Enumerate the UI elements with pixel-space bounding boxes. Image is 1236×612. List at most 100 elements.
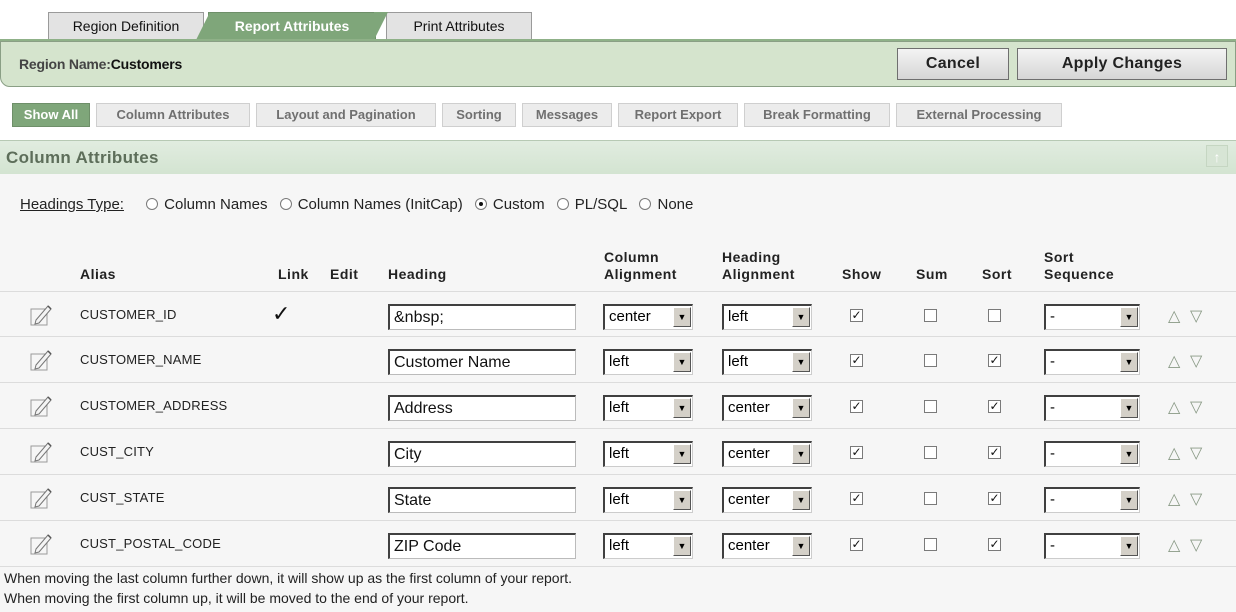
sort-sequence-select[interactable]: - ▼ <box>1044 487 1140 513</box>
show-checkbox[interactable]: ✓ <box>850 309 863 322</box>
sort-checkbox[interactable]: ✓ <box>988 446 1001 459</box>
move-down-icon[interactable]: ▽ <box>1190 351 1203 371</box>
column-alignment-select[interactable]: left ▼ <box>603 349 693 375</box>
heading-alignment-select[interactable]: left ▼ <box>722 349 812 375</box>
heading-input[interactable]: &nbsp; <box>388 304 576 330</box>
sum-checkbox[interactable] <box>924 309 937 322</box>
top-tabs: Region Definition Report Attributes Prin… <box>0 0 1236 40</box>
move-up-icon[interactable]: △ <box>1168 397 1181 417</box>
nav-messages[interactable]: Messages <box>522 103 612 127</box>
sum-checkbox[interactable] <box>924 446 937 459</box>
move-up-icon[interactable]: △ <box>1168 489 1181 509</box>
sort-sequence-select[interactable]: - ▼ <box>1044 349 1140 375</box>
move-down-icon[interactable]: ▽ <box>1190 397 1203 417</box>
sort-checkbox[interactable]: ✓ <box>988 354 1001 367</box>
column-alignment-select[interactable]: left ▼ <box>603 533 693 559</box>
heading-input[interactable]: City <box>388 441 576 467</box>
nav-report-export[interactable]: Report Export <box>618 103 738 127</box>
sort-sequence-select[interactable]: - ▼ <box>1044 304 1140 330</box>
sort-checkbox[interactable]: ✓ <box>988 538 1001 551</box>
header-edit: Edit <box>330 266 359 282</box>
sum-checkbox[interactable] <box>924 400 937 413</box>
heading-input[interactable]: Address <box>388 395 576 421</box>
radio-plsql[interactable] <box>556 198 569 210</box>
sort-sequence-select[interactable]: - ▼ <box>1044 395 1140 421</box>
sort-checkbox[interactable] <box>988 309 1001 322</box>
dropdown-arrow-icon: ▼ <box>673 536 691 556</box>
table-row: CUSTOMER_ADDRESS Address left ▼ center ▼… <box>0 383 1236 429</box>
radio-column-names[interactable] <box>146 198 159 210</box>
apply-changes-button[interactable]: Apply Changes <box>1017 48 1227 80</box>
move-down-icon[interactable]: ▽ <box>1190 443 1203 463</box>
radio-none[interactable] <box>639 198 652 210</box>
move-up-icon[interactable]: △ <box>1168 306 1181 326</box>
dropdown-arrow-icon: ▼ <box>673 352 691 372</box>
scroll-to-top-icon[interactable]: ↑ <box>1206 145 1228 167</box>
nav-sorting[interactable]: Sorting <box>442 103 516 127</box>
header-show: Show <box>842 266 882 282</box>
header-heading-alignment-line2: Alignment <box>722 266 795 282</box>
column-alignment-select[interactable]: left ▼ <box>603 441 693 467</box>
move-up-icon[interactable]: △ <box>1168 535 1181 555</box>
show-checkbox[interactable]: ✓ <box>850 446 863 459</box>
radio-label: Custom <box>492 196 545 213</box>
column-alignment-select[interactable]: left ▼ <box>603 395 693 421</box>
heading-alignment-select[interactable]: left ▼ <box>722 304 812 330</box>
dropdown-arrow-icon: ▼ <box>673 398 691 418</box>
nav-break-formatting[interactable]: Break Formatting <box>744 103 890 127</box>
show-checkbox[interactable]: ✓ <box>850 538 863 551</box>
heading-input[interactable]: State <box>388 487 576 513</box>
edit-pencil-icon[interactable] <box>28 347 54 373</box>
column-alignment-select[interactable]: center ▼ <box>603 304 693 330</box>
section-header: Column Attributes ↑ <box>0 140 1236 174</box>
move-up-icon[interactable]: △ <box>1168 351 1181 371</box>
sum-checkbox[interactable] <box>924 538 937 551</box>
radio-custom[interactable] <box>474 198 487 210</box>
nav-layout-pagination[interactable]: Layout and Pagination <box>256 103 436 127</box>
nav-external-processing[interactable]: External Processing <box>896 103 1062 127</box>
alias-value: CUST_STATE <box>80 490 165 505</box>
select-value: - <box>1050 491 1055 508</box>
note-line-1: When moving the last column further down… <box>4 570 573 586</box>
nav-show-all[interactable]: Show All <box>12 103 90 127</box>
tab-print-attributes[interactable]: Print Attributes <box>386 12 532 40</box>
edit-pencil-icon[interactable] <box>28 302 54 328</box>
edit-pencil-icon[interactable] <box>28 439 54 465</box>
heading-alignment-select[interactable]: center ▼ <box>722 533 812 559</box>
alias-value: CUSTOMER_ADDRESS <box>80 398 228 413</box>
move-down-icon[interactable]: ▽ <box>1190 306 1203 326</box>
radio-label: Column Names (InitCap) <box>297 196 463 213</box>
edit-pencil-icon[interactable] <box>28 393 54 419</box>
sort-sequence-select[interactable]: - ▼ <box>1044 441 1140 467</box>
heading-input[interactable]: Customer Name <box>388 349 576 375</box>
edit-pencil-icon[interactable] <box>28 531 54 557</box>
heading-alignment-select[interactable]: center ▼ <box>722 487 812 513</box>
edit-pencil-icon[interactable] <box>28 485 54 511</box>
header-alias: Alias <box>80 266 116 282</box>
tab-region-definition[interactable]: Region Definition <box>48 12 204 40</box>
sort-checkbox[interactable]: ✓ <box>988 400 1001 413</box>
move-down-icon[interactable]: ▽ <box>1190 535 1203 555</box>
sum-checkbox[interactable] <box>924 492 937 505</box>
heading-alignment-select[interactable]: center ▼ <box>722 395 812 421</box>
sort-checkbox[interactable]: ✓ <box>988 492 1001 505</box>
select-value: - <box>1050 308 1055 325</box>
heading-alignment-select[interactable]: center ▼ <box>722 441 812 467</box>
cancel-button[interactable]: Cancel <box>897 48 1009 80</box>
sum-checkbox[interactable] <box>924 354 937 367</box>
heading-input[interactable]: ZIP Code <box>388 533 576 559</box>
dropdown-arrow-icon: ▼ <box>1120 536 1138 556</box>
move-down-icon[interactable]: ▽ <box>1190 489 1203 509</box>
headings-type-label: Headings Type: <box>20 196 124 213</box>
tab-report-attributes[interactable]: Report Attributes <box>208 12 376 40</box>
show-checkbox[interactable]: ✓ <box>850 400 863 413</box>
radio-column-names-initcap[interactable] <box>279 198 292 210</box>
dropdown-arrow-icon: ▼ <box>1120 490 1138 510</box>
dropdown-arrow-icon: ▼ <box>1120 352 1138 372</box>
move-up-icon[interactable]: △ <box>1168 443 1181 463</box>
show-checkbox[interactable]: ✓ <box>850 354 863 367</box>
show-checkbox[interactable]: ✓ <box>850 492 863 505</box>
nav-column-attributes[interactable]: Column Attributes <box>96 103 250 127</box>
column-alignment-select[interactable]: left ▼ <box>603 487 693 513</box>
sort-sequence-select[interactable]: - ▼ <box>1044 533 1140 559</box>
